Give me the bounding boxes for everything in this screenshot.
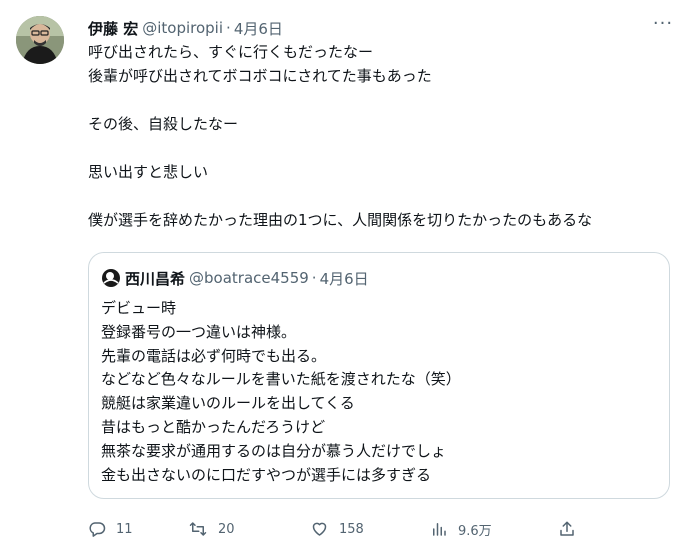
quoted-line: デビュー時 [101,299,177,317]
quoted-line: 先輩の電話は必ず何時でも出る。 [101,346,327,365]
views-count: 9.6万 [458,523,492,539]
tweet-date[interactable]: 4月6日 [234,18,283,39]
tweet-line: その後、自殺したなー [88,115,239,133]
like-count: 158 [339,521,364,537]
quoted-author-handle: @boatrace4559 [189,269,309,287]
quoted-line: 登録番号の一つ違いは神様。 [101,322,297,341]
quoted-tweet-text: デビュー時 登録番号の一つ違いは神様。 先輩の電話は必ず何時でも出る。 などなど… [101,297,461,487]
quoted-line: などなど色々なルールを書いた紙を渡されたな（笑） [101,370,461,389]
tweet-line: 思い出すと悲しい [88,163,209,181]
reply-button[interactable]: 11 [88,514,133,544]
quoted-tweet-header: 西川昌希 @boatrace4559 · 4月6日 [101,267,369,289]
views-button[interactable]: 9.6万 [430,514,492,544]
tweet-header: 伊藤 宏 @itopiropii · 4月6日 [88,18,283,38]
quoted-line: 競艇は家業違いのルールを出してくる [101,394,355,413]
author-avatar[interactable] [16,16,64,64]
quoted-header-separator: · [311,269,317,287]
share-icon [558,520,576,538]
author-name[interactable]: 伊藤 宏 [88,18,138,39]
author-handle[interactable]: @itopiropii [142,19,223,37]
reply-icon [88,520,106,538]
more-icon[interactable]: ··· [651,15,675,36]
tweet-line: 後輩が呼び出されてボコボコにされてた事もあった [88,67,432,85]
quoted-line: 無茶な要求が通用するのは自分が慕う人だけでしょ [101,441,447,460]
reply-count: 11 [116,521,133,537]
retweet-icon [188,520,208,538]
heart-icon [310,520,329,538]
retweet-count: 20 [218,521,235,537]
quoted-author-name: 西川昌希 [125,269,186,288]
tweet-text: 呼び出されたら、すぐに行くもだったなー 後輩が呼び出されてボコボコにされてた事も… [88,40,678,232]
quoted-tweet[interactable]: 西川昌希 @boatrace4559 · 4月6日 デビュー時 登録番号の一つ違… [88,252,670,499]
tweet-line: 僕が選手を辞めたかった理由の1つに、人間関係を切りたかったのもあるな [88,211,593,229]
quoted-line: 金も出さないのに口だすやつが選手には多すぎる [101,465,432,484]
tweet: 伊藤 宏 @itopiropii · 4月6日 ··· 呼び出されたら、すぐに行… [0,0,693,558]
like-button[interactable]: 158 [310,514,364,544]
share-button[interactable] [558,514,576,544]
action-bar: 11 20 158 9.6万 [88,514,678,544]
quoted-line: 昔はもっと酷かったんだろうけど [101,417,326,436]
tweet-line: 呼び出されたら、すぐに行くもだったなー [88,43,374,61]
header-separator: · [226,19,231,37]
views-chart-icon [430,520,448,538]
quoted-author-avatar [101,268,121,288]
retweet-button[interactable]: 20 [188,514,235,544]
quoted-tweet-date: 4月6日 [319,269,369,288]
